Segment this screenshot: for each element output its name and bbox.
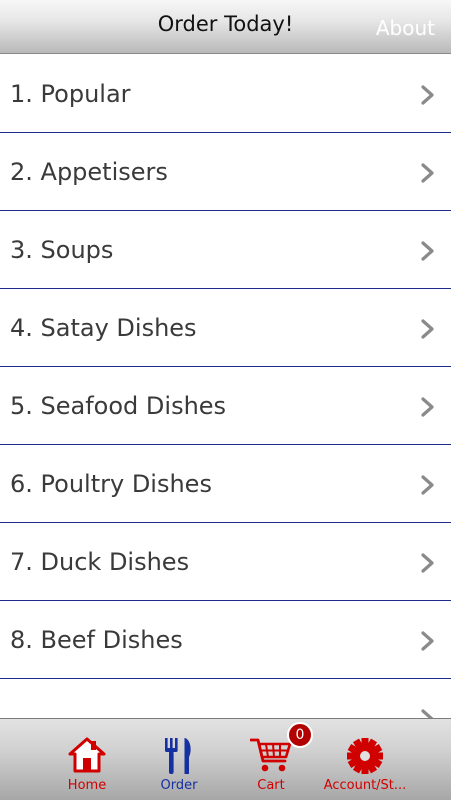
cart-icon — [249, 737, 292, 777]
tab-account-settings-label: Account/St... — [323, 778, 407, 793]
category-label: 3. Soups — [10, 236, 114, 264]
category-label: 6. Poultry Dishes — [10, 470, 212, 498]
category-label: 2. Appetisers — [10, 158, 168, 186]
category-label: 1. Popular — [10, 80, 131, 108]
chevron-right-icon — [417, 397, 437, 417]
tab-home-label: Home — [67, 778, 107, 793]
tab-cart-label: Cart — [257, 778, 285, 793]
chevron-right-icon — [417, 241, 437, 261]
cart-count-badge: 0 — [287, 722, 313, 748]
tab-order-label: Order — [160, 778, 198, 793]
tab-order[interactable]: Order — [136, 719, 222, 801]
category-label: 7. Duck Dishes — [10, 548, 190, 576]
chevron-right-icon — [417, 319, 437, 339]
chevron-right-icon — [417, 85, 437, 105]
category-item-duck-dishes[interactable]: 7. Duck Dishes — [0, 523, 451, 601]
gear-icon — [346, 737, 384, 779]
category-item-satay-dishes[interactable]: 4. Satay Dishes — [0, 289, 451, 367]
category-label: 5. Seafood Dishes — [10, 392, 227, 420]
category-item-appetisers[interactable]: 2. Appetisers — [0, 133, 451, 211]
tab-account-settings[interactable]: Account/St... — [322, 719, 408, 801]
category-list: 1. Popular 2. Appetisers 3. Soups 4. Sat… — [0, 55, 451, 718]
chevron-right-icon — [417, 163, 437, 183]
fork-knife-icon — [161, 737, 197, 779]
home-icon — [68, 737, 106, 777]
header-bar: Order Today! About — [0, 0, 451, 54]
chevron-right-icon — [417, 553, 437, 573]
category-item-partial[interactable] — [0, 679, 451, 718]
category-label: 4. Satay Dishes — [10, 314, 197, 342]
chevron-right-icon — [417, 709, 437, 718]
category-item-beef-dishes[interactable]: 8. Beef Dishes — [0, 601, 451, 679]
category-item-poultry-dishes[interactable]: 6. Poultry Dishes — [0, 445, 451, 523]
bottom-tab-bar: Home Order Cart Account/St... — [0, 718, 451, 800]
category-item-soups[interactable]: 3. Soups — [0, 211, 451, 289]
category-item-seafood-dishes[interactable]: 5. Seafood Dishes — [0, 367, 451, 445]
tab-home[interactable]: Home — [44, 719, 130, 801]
category-label: 8. Beef Dishes — [10, 626, 183, 654]
chevron-right-icon — [417, 475, 437, 495]
about-button[interactable]: About — [376, 16, 435, 40]
category-item-popular[interactable]: 1. Popular — [0, 55, 451, 133]
chevron-right-icon — [417, 631, 437, 651]
